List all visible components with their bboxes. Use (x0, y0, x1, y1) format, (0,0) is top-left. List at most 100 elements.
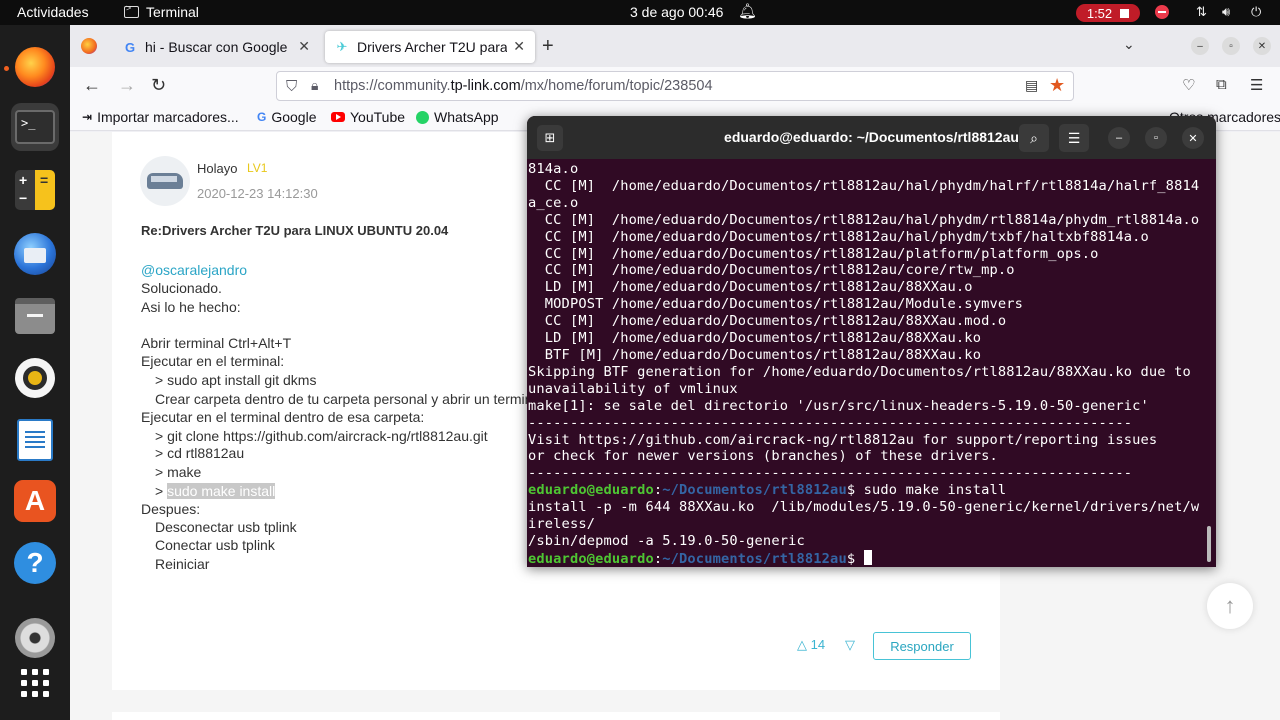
close-icon[interactable]: ✕ (513, 38, 525, 55)
dock-disc[interactable] (11, 614, 59, 662)
writer-icon (17, 419, 53, 461)
post-line: Crear carpeta dentro de tu carpeta perso… (155, 391, 563, 407)
network-icon[interactable]: ⇅ (1196, 4, 1207, 20)
activities-button[interactable]: Actividades (17, 4, 89, 20)
output-line: install -p -m 644 88XXau.ko /lib/modules… (528, 499, 1200, 516)
mention-link[interactable]: @oscaralejandro (141, 262, 247, 278)
pocket-icon[interactable]: ♡ (1182, 76, 1195, 94)
dock-thunderbird[interactable] (11, 230, 59, 278)
terminal-header: ⊞ eduardo@eduardo: ~/Documentos/rtl8812a… (527, 116, 1216, 159)
dock-terminal[interactable]: >_ (11, 103, 59, 151)
app-menu[interactable]: Terminal (124, 3, 199, 20)
shield-icon[interactable]: ⛉ (286, 78, 297, 95)
dock-files[interactable] (11, 292, 59, 340)
dock-help[interactable]: ? (11, 539, 59, 587)
screen-recording-indicator[interactable]: 1:52 (1076, 4, 1140, 22)
bookmark-google[interactable]: G Google (257, 109, 317, 125)
prompt-line: eduardo@eduardo:~/Documentos/rtl8812au$ (528, 549, 1208, 567)
post-line: Asi lo he hecho: (141, 299, 241, 315)
post-line: Ejecutar en el terminal: (141, 353, 285, 369)
url-bar[interactable]: ⛉ 🔒︎ https://community.tp-link.com/mx/ho… (276, 71, 1074, 101)
terminal-output[interactable]: 814a.o CC [M] /home/eduardo/Documentos/r… (528, 161, 1208, 567)
post-line: > cd rtl8812au (155, 445, 245, 461)
minimize-button[interactable]: – (1191, 37, 1209, 55)
do-not-disturb-icon[interactable] (1155, 5, 1169, 19)
rhythmbox-icon (15, 358, 55, 398)
dock-software[interactable]: A (11, 477, 59, 525)
back-button[interactable]: ← (83, 75, 101, 96)
output-line: CC [M] /home/eduardo/Documentos/rtl8812a… (528, 211, 1200, 228)
firefox-icon (15, 47, 55, 87)
upvote-button[interactable]: △ 14 (797, 637, 825, 653)
post-line: Despues: (141, 501, 201, 517)
tab-tplink[interactable]: ✈ Drivers Archer T2U para L ✕ (325, 31, 535, 63)
power-icon[interactable]: ⏻ (1251, 4, 1261, 20)
help-icon: ? (14, 542, 56, 584)
bookmark-youtube[interactable]: YouTube (331, 109, 405, 125)
close-icon[interactable]: ✕ (298, 38, 310, 55)
firefox-view-icon[interactable] (81, 38, 97, 54)
whatsapp-icon (416, 110, 429, 124)
post-username[interactable]: Holayo (197, 161, 237, 176)
tab-google[interactable]: G hi - Buscar con Google ✕ (113, 31, 320, 63)
clock[interactable]: 3 de ago 00:46 (630, 4, 723, 20)
reply-button[interactable]: Responder (873, 632, 971, 660)
bookmark-star-icon[interactable]: ★ (1049, 75, 1065, 96)
output-line: CC [M] /home/eduardo/Documentos/rtl8812a… (528, 245, 1099, 262)
reload-button[interactable]: ↻ (151, 75, 166, 96)
hamburger-menu-icon[interactable]: ☰ (1059, 124, 1089, 152)
output-line: ireless/ (528, 516, 596, 533)
scroll-to-top-button[interactable]: ↑ (1207, 583, 1253, 629)
prompt-line: eduardo@eduardo:~/Documentos/rtl8812au$ … (528, 482, 1007, 499)
close-button[interactable]: ✕ (1182, 127, 1204, 149)
menu-icon[interactable]: ☰ (1250, 76, 1263, 94)
dock-calculator[interactable]: + − = (11, 166, 59, 214)
import-icon: ⇥ (82, 110, 93, 124)
terminal-window[interactable]: ⊞ eduardo@eduardo: ~/Documentos/rtl8812a… (527, 116, 1216, 567)
car-icon (147, 173, 183, 189)
output-line: CC [M] /home/eduardo/Documentos/rtl8812a… (528, 228, 1149, 245)
reader-view-icon[interactable]: ▤ (1025, 77, 1038, 94)
bookmark-import[interactable]: ⇥ Importar marcadores... (82, 109, 239, 125)
post-line: > git clone https://github.com/aircrack-… (155, 428, 488, 444)
google-icon: G (124, 39, 136, 55)
volume-icon[interactable]: 🔊︎ (1222, 4, 1230, 20)
output-line: MODPOST /home/eduardo/Documentos/rtl8812… (528, 296, 1024, 313)
google-icon: G (257, 110, 267, 124)
output-line: /sbin/depmod -a 5.19.0-50-generic (528, 532, 805, 549)
bookmark-whatsapp[interactable]: WhatsApp (416, 109, 499, 125)
post-line: Reiniciar (155, 556, 210, 572)
apps-grid-icon (21, 669, 49, 697)
lock-icon[interactable]: 🔒︎ (311, 77, 318, 94)
dock-firefox[interactable] (11, 43, 59, 91)
user-level-badge: LV1 (247, 161, 268, 175)
maximize-button[interactable]: ▫ (1222, 37, 1240, 55)
url-text: https://community.tp-link.com/mx/home/fo… (334, 78, 713, 94)
youtube-icon (331, 112, 345, 122)
show-apps-button[interactable] (11, 659, 59, 707)
output-line: CC [M] /home/eduardo/Documentos/rtl8812a… (528, 313, 1007, 330)
stop-icon (1120, 8, 1130, 18)
post-line: > make (155, 464, 202, 480)
maximize-button[interactable]: ▫ (1145, 127, 1167, 149)
search-icon[interactable]: ⌕ (1019, 124, 1049, 152)
forward-button[interactable]: → (118, 75, 136, 96)
minimize-button[interactable]: – (1108, 127, 1130, 149)
extensions-icon[interactable]: ⧉ (1216, 76, 1227, 93)
dock-writer[interactable] (11, 416, 59, 464)
close-window-button[interactable]: ✕ (1253, 37, 1271, 55)
output-line: or check for newer versions (branches) o… (528, 448, 998, 465)
downvote-button[interactable]: ▽ (845, 637, 855, 653)
dock-rhythmbox[interactable] (11, 354, 59, 402)
calculator-icon: + − = (15, 170, 55, 210)
post-line-highlighted: > sudo make install (155, 483, 276, 499)
avatar[interactable] (140, 156, 190, 206)
new-tab-button[interactable]: + (542, 35, 554, 58)
app-menu-label: Terminal (146, 4, 199, 20)
output-line: ----------------------------------------… (528, 465, 1133, 482)
output-line: CC [M] /home/eduardo/Documentos/rtl8812a… (528, 262, 1015, 279)
chevron-down-icon[interactable]: ⌄ (1123, 36, 1135, 53)
next-post (112, 712, 1000, 720)
terminal-scrollbar[interactable] (1207, 526, 1211, 562)
output-line: CC [M] /home/eduardo/Documentos/rtl8812a… (528, 177, 1200, 194)
